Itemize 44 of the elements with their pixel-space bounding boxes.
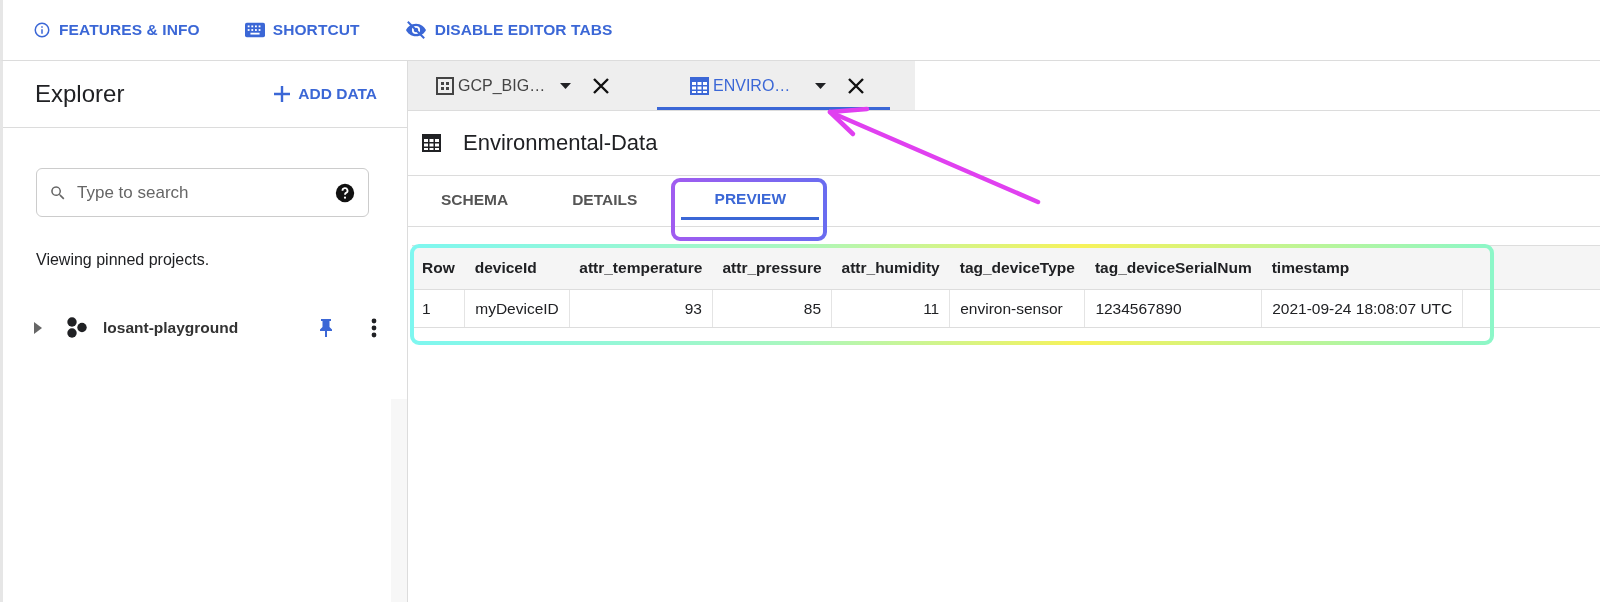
close-icon[interactable] — [848, 77, 864, 94]
help-icon[interactable] — [335, 182, 355, 203]
grid-icon — [436, 76, 454, 95]
table-cell: 2021-09-24 18:08:07 UTC — [1261, 289, 1463, 328]
subtab[interactable]: PREVIEW — [681, 176, 820, 220]
eye-slash-icon — [404, 20, 427, 40]
subtab[interactable]: DETAILS — [540, 176, 670, 226]
table-cell: 93 — [569, 289, 713, 328]
keyboard-icon — [244, 22, 265, 38]
search-field[interactable]: Type to search — [36, 168, 369, 217]
add-data-button[interactable]: ADD DATA — [274, 85, 377, 103]
plus-icon — [274, 86, 291, 102]
project-name[interactable]: losant-playground — [103, 319, 319, 337]
caret-icon[interactable] — [560, 82, 571, 89]
editor-tab[interactable]: GCP_BIG… — [408, 61, 635, 110]
column-header: timestamp — [1261, 245, 1463, 290]
editor-tab[interactable]: ENVIRO… — [657, 61, 890, 110]
search-icon — [49, 183, 67, 202]
table-icon — [690, 76, 709, 95]
table-cell: 85 — [712, 289, 832, 328]
column-header: tag_deviceSerialNum — [1084, 245, 1262, 290]
more-vert-icon[interactable] — [371, 318, 377, 338]
toolbar-button[interactable]: SHORTCUT — [244, 21, 360, 39]
column-header: attr_pressure — [712, 245, 832, 290]
close-icon[interactable] — [593, 77, 609, 94]
pin-icon[interactable] — [319, 318, 333, 338]
toolbar-button[interactable]: FEATURES & INFO — [33, 21, 200, 39]
table-cell: myDeviceID — [464, 289, 570, 328]
table-cell: 11 — [831, 289, 950, 328]
hexagons-icon — [65, 317, 89, 339]
subtab[interactable]: SCHEMA — [409, 176, 541, 226]
caret-icon[interactable] — [815, 82, 826, 89]
table-title: Environmental-Data — [463, 130, 658, 156]
table-cell: 1234567890 — [1084, 289, 1262, 328]
column-header: attr_temperature — [569, 245, 713, 290]
table-cell: environ-sensor — [949, 289, 1085, 328]
info-text: Viewing pinned projects. — [36, 251, 211, 269]
expand-arrow-icon[interactable] — [33, 321, 43, 335]
table-icon — [422, 134, 441, 152]
column-header: tag_deviceType — [949, 245, 1085, 290]
panel-title: Explorer — [35, 80, 125, 108]
toolbar-button[interactable]: DISABLE EDITOR TABS — [404, 20, 613, 40]
info-icon — [33, 21, 51, 39]
table-cell: 1 — [412, 289, 465, 328]
